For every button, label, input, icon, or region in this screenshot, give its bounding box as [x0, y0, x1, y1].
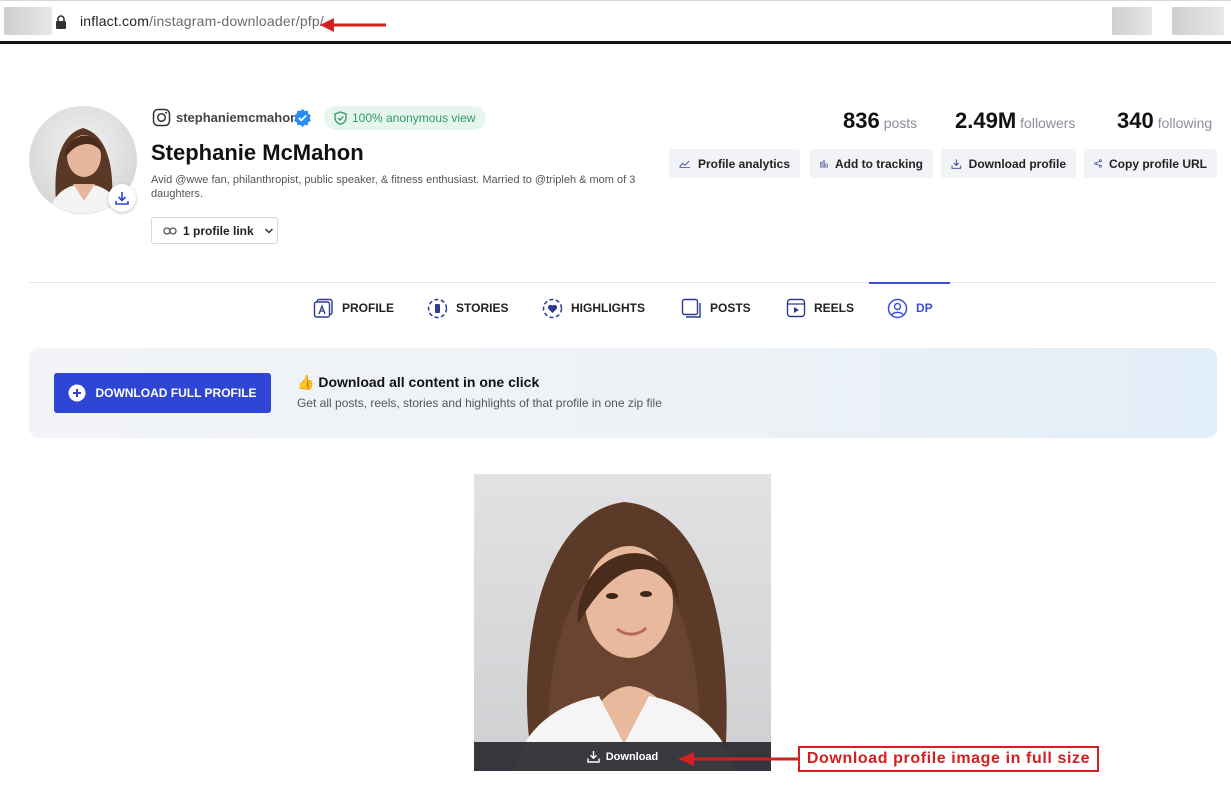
download-icon	[587, 751, 600, 763]
portrait-illustration	[514, 502, 734, 771]
banner-title-text: Download all content in one click	[318, 374, 540, 390]
tab-dp[interactable]: DP	[887, 296, 933, 320]
profile-analytics-button[interactable]: Profile analytics	[669, 149, 800, 178]
verified-badge-icon	[294, 108, 311, 127]
anonymous-view-badge: 100% anonymous view	[324, 106, 487, 130]
instagram-icon	[152, 108, 171, 127]
stat-posts: 836 posts	[843, 108, 917, 134]
url-text[interactable]: inflact.com/instagram-downloader/pfp/	[80, 13, 324, 29]
plus-circle-icon	[68, 384, 86, 402]
tab-label: HIGHLIGHTS	[571, 301, 645, 315]
download-icon	[951, 158, 962, 169]
profile-picture-full	[474, 474, 771, 771]
stories-tab-icon	[427, 298, 448, 318]
lock-icon	[56, 15, 66, 29]
anonymous-view-label: 100% anonymous view	[352, 111, 476, 125]
tab-stories[interactable]: STORIES	[427, 296, 508, 320]
profile-username: stephaniemcmahon	[176, 110, 299, 125]
copy-profile-url-button[interactable]: Copy profile URL	[1084, 149, 1217, 178]
browser-address-bar: inflact.com/instagram-downloader/pfp/	[0, 0, 1231, 42]
url-host: inflact.com	[80, 13, 150, 29]
tab-reels[interactable]: REELS	[786, 296, 854, 320]
bar-chart-icon	[820, 160, 828, 167]
reels-tab-icon	[786, 298, 806, 318]
banner-subtitle: Get all posts, reels, stories and highli…	[297, 396, 662, 410]
download-full-profile-label: DOWNLOAD FULL PROFILE	[95, 386, 257, 400]
download-full-profile-button[interactable]: DOWNLOAD FULL PROFILE	[54, 373, 271, 413]
profile-tab-icon	[313, 298, 333, 318]
tab-posts[interactable]: POSTS	[681, 296, 751, 320]
stat-following: 340 following	[1117, 108, 1212, 134]
profile-full-name: Stephanie McMahon	[151, 140, 364, 165]
banner-title: 👍 Download all content in one click	[297, 374, 539, 391]
copy-profile-url-label: Copy profile URL	[1109, 156, 1207, 171]
posts-tab-icon	[681, 298, 701, 318]
annotation-callout: Download profile image in full size	[798, 746, 1099, 772]
stat-value: 2.49M	[955, 108, 1017, 133]
download-profile-button[interactable]: Download profile	[941, 149, 1076, 178]
stat-label: followers	[1020, 115, 1076, 131]
tab-label: REELS	[814, 301, 855, 315]
tab-label: DP	[916, 301, 933, 315]
tab-label: PROFILE	[342, 301, 395, 315]
add-to-tracking-label: Add to tracking	[834, 156, 923, 171]
blurred-browser-control	[1112, 7, 1152, 35]
download-profile-label: Download profile	[968, 156, 1066, 171]
address-bar-divider	[0, 41, 1231, 44]
download-icon	[115, 192, 129, 205]
photo-download-label: Download	[605, 750, 659, 763]
annotation-arrow-download	[678, 752, 800, 766]
profile-link-dropdown[interactable]: 1 profile link	[151, 217, 278, 244]
stat-value: 340	[1117, 108, 1154, 133]
active-tab-indicator	[869, 282, 950, 284]
dp-tab-icon	[887, 298, 908, 318]
highlights-tab-icon	[542, 298, 563, 318]
stat-value: 836	[843, 108, 880, 133]
profile-bio: Avid @wwe fan, philanthropist, public sp…	[151, 174, 636, 200]
avatar-download-button[interactable]	[108, 184, 136, 212]
link-icon	[163, 226, 177, 235]
tab-label: STORIES	[456, 301, 509, 315]
stat-label: following	[1157, 115, 1213, 131]
chevron-down-icon	[264, 227, 273, 234]
stat-label: posts	[883, 115, 918, 131]
thumbs-up-icon: 👍	[297, 374, 315, 390]
url-path: /instagram-downloader/pfp/	[149, 13, 324, 29]
annotation-arrow-url	[320, 18, 386, 32]
add-to-tracking-button[interactable]: Add to tracking	[810, 149, 933, 178]
blurred-browser-control	[4, 7, 52, 35]
blurred-browser-control	[1172, 7, 1224, 35]
chart-line-icon	[679, 160, 691, 168]
stat-followers: 2.49M followers	[955, 108, 1075, 134]
shield-check-icon	[334, 111, 347, 125]
profile-analytics-label: Profile analytics	[697, 156, 790, 171]
tab-highlights[interactable]: HIGHLIGHTS	[542, 296, 645, 320]
share-icon	[1094, 159, 1102, 168]
tabs-divider	[29, 282, 1217, 283]
profile-link-label: 1 profile link	[183, 223, 254, 238]
tab-label: POSTS	[710, 301, 751, 315]
tab-profile[interactable]: PROFILE	[313, 296, 394, 320]
